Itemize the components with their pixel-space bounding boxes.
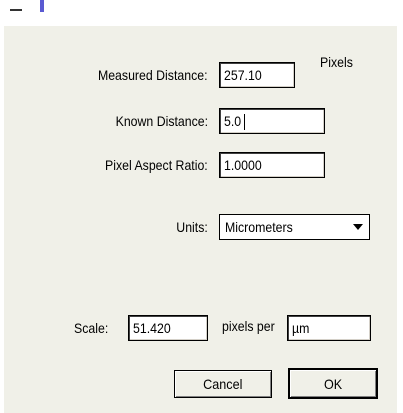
units-selected-value: Micrometers — [225, 219, 293, 235]
units-dropdown-button[interactable] — [348, 216, 368, 238]
measured-distance-field[interactable]: 257.10 — [219, 62, 295, 88]
units-label: Units: — [176, 219, 208, 235]
pixel-aspect-ratio-label: Pixel Aspect Ratio: — [105, 157, 208, 173]
pixel-aspect-ratio-field[interactable]: 1.0000 — [219, 152, 325, 178]
known-distance-label: Known Distance: — [115, 113, 208, 129]
text-caret — [244, 114, 246, 131]
pixels-per-label: pixels per — [222, 318, 275, 334]
background-window-line — [10, 9, 22, 11]
scale-label: Scale: — [74, 320, 109, 336]
known-distance-field[interactable]: 5.0 — [219, 108, 325, 134]
scale-field[interactable]: 51.420 — [128, 315, 208, 341]
scale-unit-field[interactable]: µm — [287, 315, 371, 341]
background-window-marker — [40, 0, 44, 12]
measured-distance-unit: Pixels — [320, 54, 353, 70]
measured-distance-label: Measured Distance: — [98, 67, 208, 83]
cancel-button[interactable]: Cancel — [174, 370, 272, 398]
units-select[interactable]: Micrometers — [219, 214, 370, 240]
chevron-down-icon — [353, 224, 363, 230]
scale-calibration-dialog: Measured Distance: 257.10 Pixels Known D… — [4, 26, 397, 413]
ok-button[interactable]: OK — [288, 368, 378, 399]
